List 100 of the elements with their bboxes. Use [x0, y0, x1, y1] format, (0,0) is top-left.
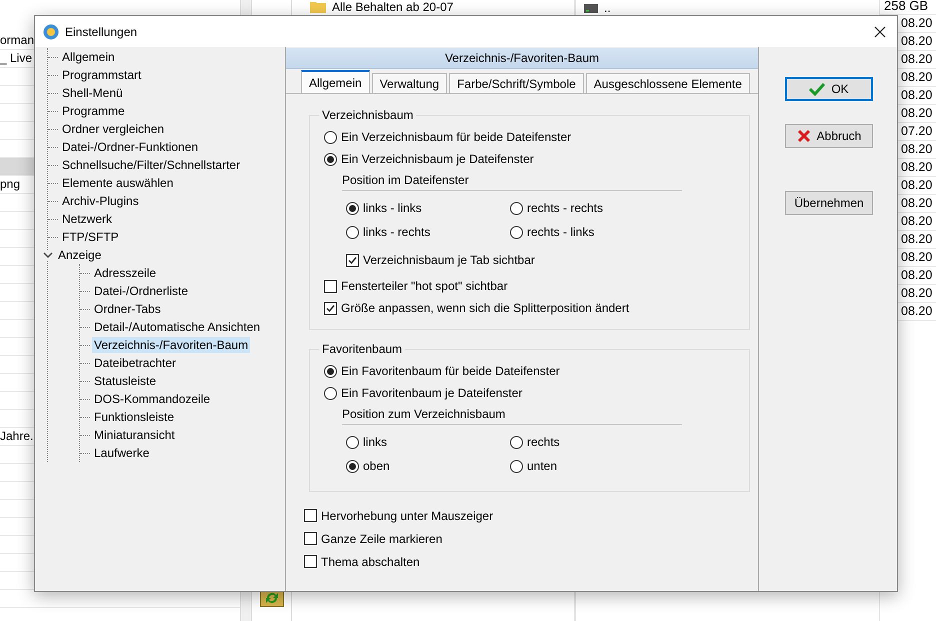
cancel-button[interactable]: Abbruch: [785, 124, 873, 148]
date-cell: 08.20: [901, 34, 932, 48]
folder-icon: [310, 0, 326, 12]
date-cell: 08.20: [901, 250, 932, 264]
radio-label: links - rechts: [363, 225, 430, 239]
checkbox[interactable]: [304, 532, 317, 545]
radio-button[interactable]: [324, 152, 337, 166]
date-cell: 08.20: [901, 106, 932, 120]
tree-item[interactable]: Allgemein: [60, 49, 117, 65]
radio-button[interactable]: [510, 436, 523, 448]
tab[interactable]: Ausgeschlossene Elemente: [586, 73, 750, 93]
apply-button[interactable]: Übernehmen: [785, 191, 873, 215]
radio-label: rechts - rechts: [527, 201, 604, 215]
checkbox[interactable]: [304, 509, 317, 522]
date-cell: 08.20: [901, 196, 932, 210]
group-title: Verzeichnisbaum: [321, 108, 414, 122]
cross-icon: [796, 129, 811, 143]
tree-item[interactable]: FTP/SFTP: [60, 229, 121, 245]
tree-item[interactable]: Verzeichnis-/Favoriten-Baum: [92, 337, 250, 353]
file-name: Jahre.: [0, 429, 34, 443]
tab[interactable]: Farbe/Schrift/Symbole: [449, 73, 584, 93]
tab[interactable]: Allgemein: [301, 70, 370, 93]
radio-label: rechts - links: [527, 225, 594, 239]
tree-item[interactable]: Programmstart: [60, 67, 144, 83]
drive-label: ..: [604, 1, 611, 15]
folder-name: Alle Behalten ab 20-07: [332, 0, 454, 14]
radio-button[interactable]: [510, 202, 523, 214]
file-name: png: [0, 177, 20, 191]
date-cell: 08.20: [901, 286, 932, 300]
group-title: Favoritenbaum: [321, 342, 404, 356]
radio-button[interactable]: [510, 460, 523, 472]
tree-item[interactable]: Anzeige: [56, 247, 104, 263]
radio-label: Ein Verzeichnisbaum je Dateifenster: [341, 152, 534, 166]
tree-item[interactable]: Netzwerk: [60, 211, 114, 227]
checkbox-label: Verzeichnisbaum je Tab sichtbar: [363, 253, 535, 267]
radio-button[interactable]: [324, 364, 337, 378]
date-cell: 08.20: [901, 88, 932, 102]
tree-item[interactable]: Elemente auswählen: [60, 175, 176, 191]
radio-button[interactable]: [346, 202, 359, 214]
radio-button[interactable]: [324, 386, 337, 400]
check-icon: [809, 82, 826, 96]
radio-label: Ein Verzeichnisbaum für beide Dateifenster: [341, 130, 572, 144]
close-icon[interactable]: [874, 26, 886, 38]
window-title: Einstellungen: [65, 24, 138, 38]
date-cell: 08.20: [901, 142, 932, 156]
tree-item[interactable]: Ordner vergleichen: [60, 121, 166, 137]
tree-item[interactable]: Funktionsleiste: [92, 409, 176, 425]
radio-button[interactable]: [346, 436, 359, 448]
radio-button[interactable]: [510, 226, 523, 238]
section-heading: Position zum Verzeichnisbaum: [342, 407, 682, 425]
size-label: 258 GB: [884, 0, 928, 13]
checkbox-label: Ganze Zeile markieren: [321, 532, 442, 546]
date-cell: 08.20: [901, 214, 932, 228]
checkbox-label: Größe anpassen, wenn sich die Splitterposition ändert: [341, 301, 630, 315]
checkbox-label: Hervorhebung unter Mauszeiger: [321, 508, 494, 522]
tree-item[interactable]: DOS-Kommandozeile: [92, 391, 212, 407]
app-icon: [43, 24, 59, 40]
tree-item[interactable]: Datei-/Ordnerliste: [92, 283, 190, 299]
tree-item[interactable]: Statusleiste: [92, 373, 158, 389]
radio-label: rechts: [527, 435, 560, 449]
file-name: orman: [0, 33, 34, 47]
radio-label: links - links: [363, 201, 422, 215]
date-cell: 08.20: [901, 178, 932, 192]
date-cell: 08.20: [901, 16, 932, 30]
checkbox[interactable]: [304, 555, 317, 568]
drive-icon: [584, 4, 598, 12]
radio-button[interactable]: [346, 226, 359, 238]
tree-item[interactable]: Programme: [60, 103, 127, 119]
tree-item[interactable]: Detail-/Automatische Ansichten: [92, 319, 262, 335]
tree-item[interactable]: Adresszeile: [92, 265, 158, 281]
date-cell: 08.20: [901, 232, 932, 246]
checkbox[interactable]: [324, 302, 337, 314]
tree-item[interactable]: Dateibetrachter: [92, 355, 178, 371]
tree-item[interactable]: Archiv-Plugins: [60, 193, 141, 209]
radio-label: Ein Favoritenbaum für beide Dateifenster: [341, 364, 560, 378]
tree-item[interactable]: Ordner-Tabs: [92, 301, 163, 317]
tree-item[interactable]: Schnellsuche/Filter/Schnellstarter: [60, 157, 242, 173]
section-heading: Position im Dateifenster: [342, 173, 682, 191]
date-cell: 08.20: [901, 52, 932, 66]
radio-label: oben: [363, 459, 390, 473]
tree-item[interactable]: Datei-/Ordner-Funktionen: [60, 139, 200, 155]
date-cell: 08.20: [901, 268, 932, 282]
checkbox-label: Fensterteiler "hot spot" sichtbar: [341, 279, 508, 293]
checkbox[interactable]: [324, 280, 337, 292]
date-cell: 08.20: [901, 304, 932, 318]
tree-item[interactable]: Shell-Menü: [60, 85, 125, 101]
tree-item[interactable]: Laufwerke: [92, 445, 152, 461]
tree-item[interactable]: Miniaturansicht: [92, 427, 177, 443]
checkbox[interactable]: [346, 254, 359, 266]
checkbox-label: Thema abschalten: [321, 554, 420, 568]
radio-button[interactable]: [324, 130, 337, 144]
date-cell: 07.20: [901, 124, 932, 138]
radio-label: links: [363, 435, 388, 449]
radio-label: unten: [527, 459, 558, 473]
date-cell: 08.20: [901, 70, 932, 84]
radio-button[interactable]: [346, 460, 359, 472]
tab[interactable]: Verwaltung: [372, 73, 448, 93]
panel-header: Verzeichnis-/Favoriten-Baum: [286, 48, 758, 69]
ok-button[interactable]: OK: [785, 77, 873, 101]
date-cell: 08.20: [901, 160, 932, 174]
